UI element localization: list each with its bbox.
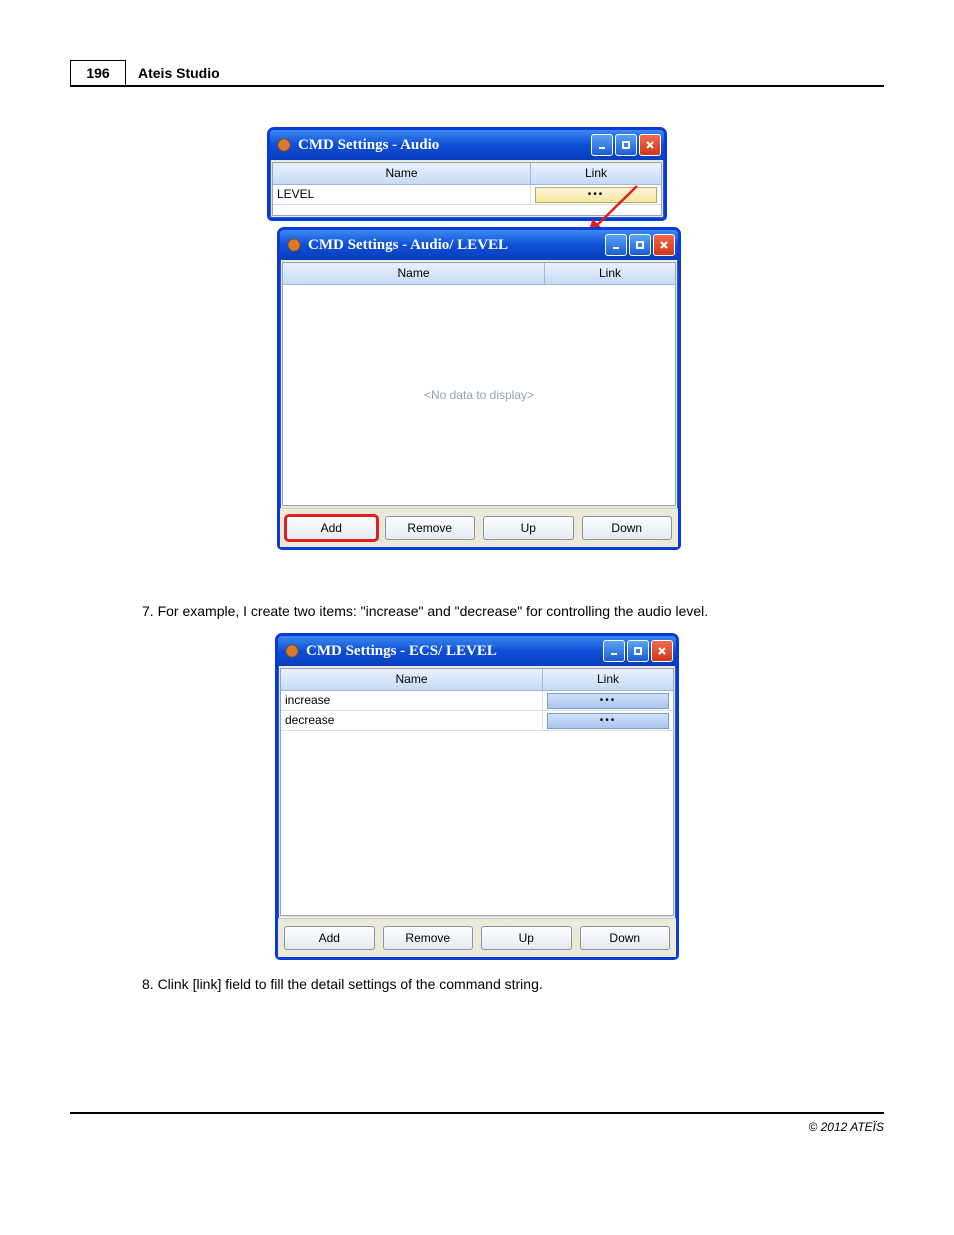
cell-name[interactable]: decrease — [281, 711, 543, 730]
minimize-button[interactable] — [591, 134, 613, 156]
remove-button[interactable]: Remove — [385, 516, 476, 540]
step-8-text: 8. Clink [link] field to fill the detail… — [70, 976, 884, 992]
cell-name[interactable]: increase — [281, 691, 543, 710]
down-button[interactable]: Down — [582, 516, 673, 540]
empty-placeholder: <No data to display> — [283, 285, 675, 505]
col-header-name[interactable]: Name — [273, 163, 531, 184]
window-title: CMD Settings - ECS/ LEVEL — [306, 643, 603, 660]
link-button[interactable]: ••• — [535, 187, 657, 203]
maximize-button[interactable] — [629, 234, 651, 256]
maximize-button[interactable] — [615, 134, 637, 156]
up-button[interactable]: Up — [483, 516, 574, 540]
app-icon — [284, 643, 300, 659]
window-cmd-audio: CMD Settings - Audio Name Link LEVEL ••• — [267, 127, 667, 221]
window-title: CMD Settings - Audio — [298, 137, 591, 154]
link-button[interactable]: ••• — [547, 713, 669, 729]
col-header-link[interactable]: Link — [545, 263, 675, 284]
titlebar[interactable]: CMD Settings - Audio/ LEVEL — [280, 230, 678, 260]
maximize-button[interactable] — [627, 640, 649, 662]
app-icon — [276, 137, 292, 153]
link-button[interactable]: ••• — [547, 693, 669, 709]
window-cmd-ecs-level: CMD Settings - ECS/ LEVEL Name Link incr… — [275, 633, 679, 960]
page-title: Ateis Studio — [126, 60, 232, 85]
col-header-link[interactable]: Link — [531, 163, 661, 184]
titlebar[interactable]: CMD Settings - ECS/ LEVEL — [278, 636, 676, 666]
down-button[interactable]: Down — [580, 926, 671, 950]
add-button[interactable]: Add — [286, 516, 377, 540]
col-header-name[interactable]: Name — [283, 263, 545, 284]
close-button[interactable] — [639, 134, 661, 156]
table-row[interactable]: LEVEL ••• — [273, 185, 661, 205]
window-cmd-audio-level: CMD Settings - Audio/ LEVEL Name Link <N… — [277, 227, 681, 550]
cell-name[interactable]: LEVEL — [273, 185, 531, 204]
minimize-button[interactable] — [603, 640, 625, 662]
col-header-name[interactable]: Name — [281, 669, 543, 690]
table-row[interactable]: increase ••• — [281, 691, 673, 711]
page-number: 196 — [70, 60, 126, 85]
titlebar[interactable]: CMD Settings - Audio — [270, 130, 664, 160]
table-row[interactable]: decrease ••• — [281, 711, 673, 731]
minimize-button[interactable] — [605, 234, 627, 256]
up-button[interactable]: Up — [481, 926, 572, 950]
col-header-link[interactable]: Link — [543, 669, 673, 690]
close-button[interactable] — [651, 640, 673, 662]
add-button[interactable]: Add — [284, 926, 375, 950]
step-7-text: 7. For example, I create two items: "inc… — [70, 603, 884, 619]
remove-button[interactable]: Remove — [383, 926, 474, 950]
close-button[interactable] — [653, 234, 675, 256]
app-icon — [286, 237, 302, 253]
window-title: CMD Settings - Audio/ LEVEL — [308, 237, 605, 254]
copyright: © 2012 ATEÏS — [70, 1114, 884, 1134]
